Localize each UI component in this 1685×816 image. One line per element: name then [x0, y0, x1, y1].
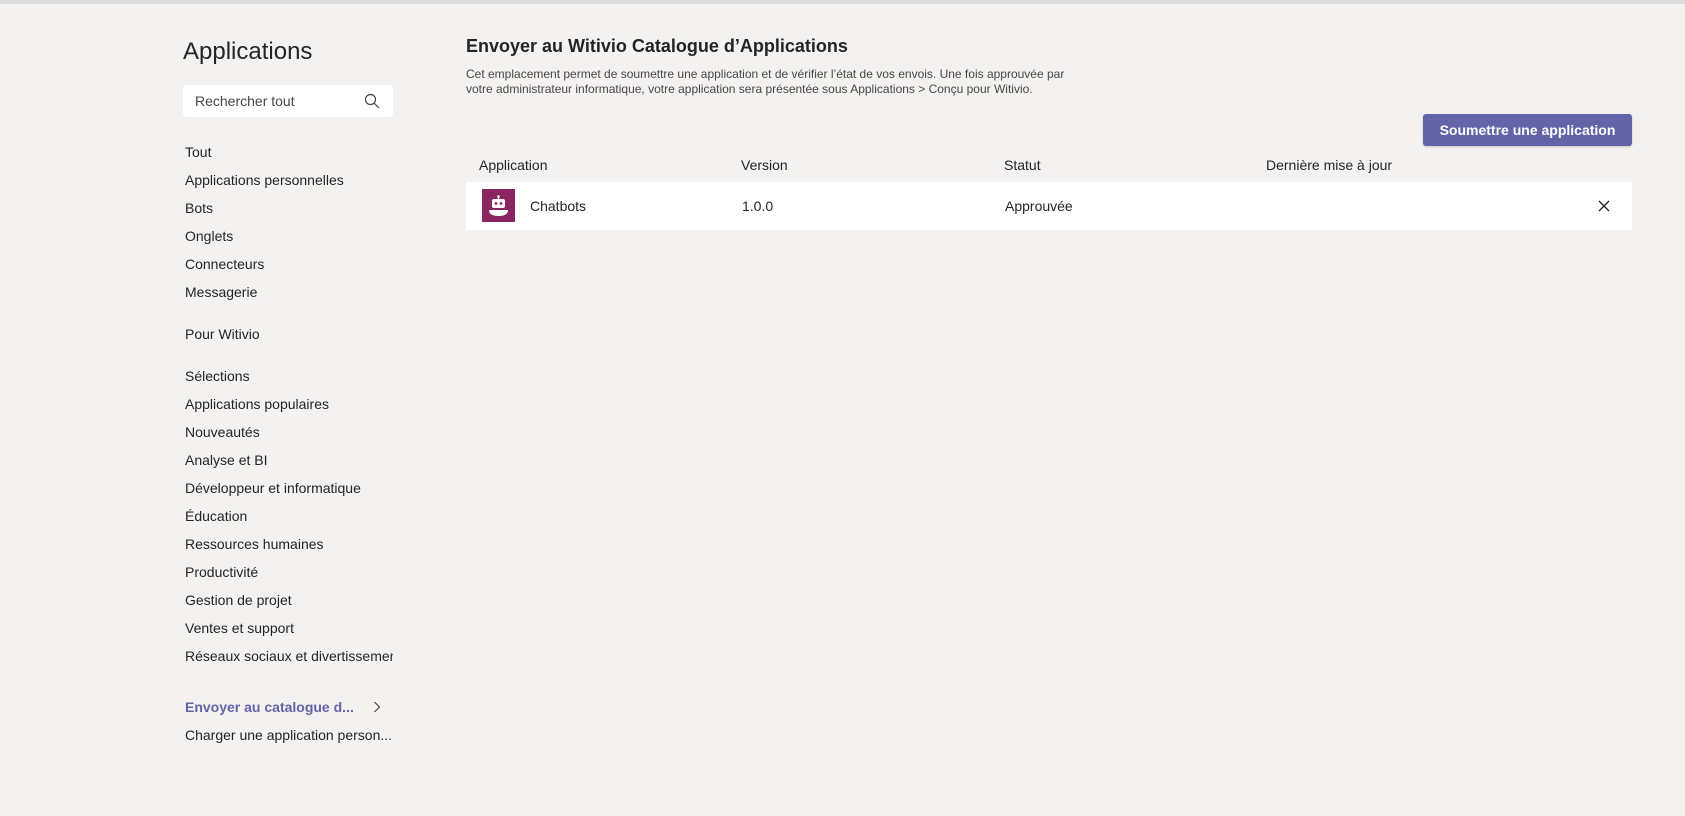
sidebar-item-gestion-de-projet[interactable]: Gestion de projet — [185, 590, 393, 610]
sidebar-item-bots[interactable]: Bots — [185, 198, 393, 218]
column-header-version: Version — [741, 157, 788, 173]
sidebar-item-onglets[interactable]: Onglets — [185, 226, 393, 246]
sidebar-item-analyse-et-bi[interactable]: Analyse et BI — [185, 450, 393, 470]
close-icon[interactable] — [1598, 200, 1610, 212]
sidebar-item-reseaux-sociaux[interactable]: Réseaux sociaux et divertissement — [185, 646, 393, 666]
sidebar-item-tout[interactable]: Tout — [185, 142, 393, 162]
sidebar-item-developpeur-et-informatique[interactable]: Développeur et informatique — [185, 478, 393, 498]
app-version: 1.0.0 — [742, 198, 774, 214]
table-row[interactable]: Chatbots 1.0.0 Approuvée — [466, 182, 1632, 230]
sidebar-item-selections[interactable]: Sélections — [185, 366, 393, 386]
sidebar-item-nouveautes[interactable]: Nouveautés — [185, 422, 393, 442]
search-box[interactable] — [183, 85, 393, 117]
sidebar-item-messagerie[interactable]: Messagerie — [185, 282, 393, 302]
app-status: Approuvée — [1005, 198, 1073, 214]
submit-app-button[interactable]: Soumettre une application — [1423, 114, 1632, 146]
sidebar-item-education[interactable]: Éducation — [185, 506, 393, 526]
table-header: Application Version Statut Dernière mise… — [466, 154, 1632, 176]
column-header-status: Statut — [1004, 157, 1041, 173]
sidebar-item-pour-witivio[interactable]: Pour Witivio — [185, 324, 393, 344]
column-header-application: Application — [479, 157, 548, 173]
sidebar-item-applications-personnelles[interactable]: Applications personnelles — [185, 170, 393, 190]
main-description: Cet emplacement permet de soumettre une … — [466, 67, 1065, 96]
sidebar-item-connecteurs[interactable]: Connecteurs — [185, 254, 393, 274]
column-header-last-updated: Dernière mise à jour — [1266, 157, 1393, 173]
app-name: Chatbots — [530, 198, 587, 214]
main-title: Envoyer au Witivio Catalogue d’Applicati… — [466, 36, 848, 56]
page-title: Applications — [183, 38, 313, 65]
sidebar: Applications Tout Applications personnel… — [183, 30, 393, 743]
sidebar-item-charger-application[interactable]: Charger une application person... — [185, 725, 393, 745]
sidebar-item-envoyer-au-catalogue[interactable]: Envoyer au catalogue d... — [185, 697, 355, 717]
search-input[interactable] — [195, 85, 355, 117]
sidebar-item-ressources-humaines[interactable]: Ressources humaines — [185, 534, 393, 554]
search-icon[interactable] — [364, 93, 380, 109]
app-icon — [482, 189, 515, 222]
sidebar-item-productivite[interactable]: Productivité — [185, 562, 393, 582]
chevron-right-icon[interactable] — [371, 701, 383, 713]
sidebar-item-applications-populaires[interactable]: Applications populaires — [185, 394, 393, 414]
top-strip — [0, 0, 1685, 4]
robot-icon — [489, 195, 508, 216]
sidebar-item-ventes-et-support[interactable]: Ventes et support — [185, 618, 393, 638]
